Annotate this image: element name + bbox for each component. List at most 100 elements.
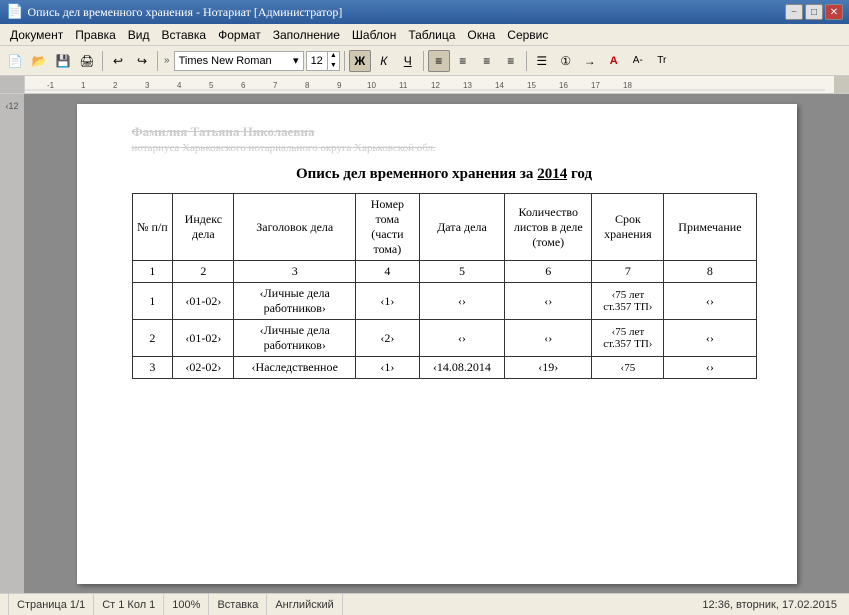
font-name-selector[interactable]: Times New Roman ▾	[174, 51, 304, 71]
row3-title: ‹Наследственное	[234, 357, 356, 379]
menu-windows[interactable]: Окна	[461, 27, 501, 43]
th-num-n2: 2	[173, 261, 234, 283]
minimize-button[interactable]: −	[785, 4, 803, 20]
menu-edit[interactable]: Правка	[69, 27, 122, 43]
status-cursor: Ст 1 Кол 1	[94, 594, 164, 615]
align-left-button[interactable]: ≡	[428, 50, 450, 72]
th-sheets: Количество листов в деле (томе)	[505, 194, 592, 261]
blurred-title: нотариуса Харьковского нотариального окр…	[132, 142, 757, 154]
new-button[interactable]: 📄	[4, 50, 26, 72]
svg-text:11: 11	[399, 81, 408, 90]
th-num-n4: 4	[356, 261, 420, 283]
title-text-suffix: год	[567, 166, 592, 182]
bold-button[interactable]: Ж	[349, 50, 371, 72]
page: Фамилия Татьяна Николаевна нотариуса Хар…	[77, 104, 797, 584]
separator4	[423, 51, 424, 71]
menu-table[interactable]: Таблица	[402, 27, 461, 43]
separator2	[157, 51, 158, 71]
menu-view[interactable]: Вид	[122, 27, 156, 43]
maximize-button[interactable]: □	[805, 4, 823, 20]
font-size-down[interactable]: ▼	[328, 61, 339, 71]
th-num-n3: 3	[234, 261, 356, 283]
row3-num: 3	[132, 357, 173, 379]
table-row: 3 ‹02-02› ‹Наследственное ‹1› ‹14.08.201…	[132, 357, 756, 379]
menu-fill[interactable]: Заполнение	[267, 27, 346, 43]
document-title: Опись дел временного хранения за 2014 го…	[132, 166, 757, 183]
underline-button[interactable]: Ч	[397, 50, 419, 72]
menu-insert[interactable]: Вставка	[156, 27, 213, 43]
close-button[interactable]: ✕	[825, 4, 843, 20]
left-margin: ‹12	[0, 94, 24, 593]
svg-text:7: 7	[273, 81, 278, 90]
svg-text:6: 6	[241, 81, 246, 90]
align-justify-button[interactable]: ≡	[500, 50, 522, 72]
table-row: 2 ‹01-02› ‹Личные дела работников› ‹2› ‹…	[132, 320, 756, 357]
menu-service[interactable]: Сервис	[501, 27, 554, 43]
table-row: 1 ‹01-02› ‹Личные дела работников› ‹1› ‹…	[132, 283, 756, 320]
row3-tome: ‹1›	[356, 357, 420, 379]
th-index: Индекс дела	[173, 194, 234, 261]
font-size-up[interactable]: ▲	[328, 51, 339, 61]
align-center-button[interactable]: ≡	[452, 50, 474, 72]
row1-date: ‹›	[419, 283, 504, 320]
doc-header-blurred: Фамилия Татьяна Николаевна нотариуса Хар…	[132, 124, 757, 154]
document-area[interactable]: Фамилия Татьяна Николаевна нотариуса Хар…	[24, 94, 849, 593]
more-button[interactable]: Tr	[651, 50, 673, 72]
ruler-svg: -1 1 2 3 4 5 6 7 8 9 10 11 12 13 14 15 1…	[25, 76, 834, 93]
th-num-n1: 1	[132, 261, 173, 283]
svg-text:15: 15	[527, 81, 536, 90]
font-size-selector[interactable]: 12 ▲ ▼	[306, 51, 340, 71]
menu-document[interactable]: Документ	[4, 27, 69, 43]
open-button[interactable]: 📂	[28, 50, 50, 72]
undo-button[interactable]: ↩	[107, 50, 129, 72]
status-page: Страница 1/1	[8, 594, 94, 615]
th-title: Заголовок дела	[234, 194, 356, 261]
numlist-button[interactable]: ①	[555, 50, 577, 72]
th-num-n7: 7	[592, 261, 664, 283]
menu-template[interactable]: Шаблон	[346, 27, 402, 43]
table-header-row: № п/п Индекс дела Заголовок дела Номер т…	[132, 194, 756, 261]
title-bar-controls[interactable]: − □ ✕	[785, 4, 843, 20]
font-name-value: Times New Roman	[179, 55, 272, 67]
row2-note: ‹›	[664, 320, 756, 357]
status-mode: Вставка	[209, 594, 267, 615]
row3-index: ‹02-02›	[173, 357, 234, 379]
redo-button[interactable]: ↪	[131, 50, 153, 72]
svg-text:18: 18	[623, 81, 632, 90]
print-button[interactable]: 🖨	[76, 50, 98, 72]
table-header-nums-row: 1 2 3 4 5 6 7 8	[132, 261, 756, 283]
font-color-button[interactable]: A	[603, 50, 625, 72]
archive-table: № п/п Индекс дела Заголовок дела Номер т…	[132, 193, 757, 379]
indent-button[interactable]: →	[579, 50, 601, 72]
app-icon: 📄	[6, 4, 23, 21]
menu-bar: Документ Правка Вид Вставка Формат Запол…	[0, 24, 849, 46]
row2-num: 2	[132, 320, 173, 357]
list-button[interactable]: ☰	[531, 50, 553, 72]
font-name-dropdown-icon: ▾	[293, 54, 299, 67]
title-bar-left: 📄 Опись дел временного хранения - Нотари…	[6, 4, 342, 21]
svg-text:10: 10	[367, 81, 376, 90]
th-num-n5: 5	[419, 261, 504, 283]
svg-text:14: 14	[495, 81, 504, 90]
svg-text:2: 2	[113, 81, 118, 90]
row3-term: ‹75	[592, 357, 664, 379]
title-text-prefix: Опись дел временного хранения за	[296, 166, 537, 182]
row2-term: ‹75 лет ст.357 ТП›	[592, 320, 664, 357]
main-area: ‹12 Фамилия Татьяна Николаевна нотариуса…	[0, 94, 849, 593]
align-right-button[interactable]: ≡	[476, 50, 498, 72]
row3-note: ‹›	[664, 357, 756, 379]
svg-text:16: 16	[559, 81, 568, 90]
svg-text:1: 1	[81, 81, 86, 90]
expand-icon: »	[162, 55, 172, 66]
save-button[interactable]: 💾	[52, 50, 74, 72]
svg-text:9: 9	[337, 81, 342, 90]
italic-button[interactable]: К	[373, 50, 395, 72]
menu-format[interactable]: Формат	[212, 27, 267, 43]
status-bar: Страница 1/1 Ст 1 Кол 1 100% Вставка Анг…	[0, 593, 849, 615]
svg-text:13: 13	[463, 81, 472, 90]
status-lang: Английский	[267, 594, 343, 615]
title-text: Опись дел временного хранения - Нотариат…	[27, 5, 342, 20]
row2-date: ‹›	[419, 320, 504, 357]
row1-title: ‹Личные дела работников›	[234, 283, 356, 320]
font-size-reduce-button[interactable]: A-	[627, 50, 649, 72]
